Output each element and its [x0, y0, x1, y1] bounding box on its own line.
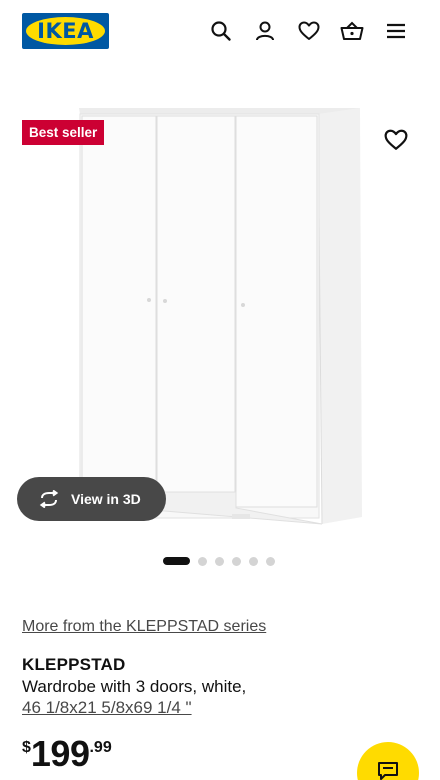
price-decimals: .99 [89, 739, 112, 756]
product-description: Wardrobe with 3 doors, white, [22, 677, 247, 696]
carousel-dot[interactable] [232, 556, 241, 566]
wardrobe-image [79, 108, 362, 525]
carousel-dot[interactable] [249, 556, 258, 566]
carousel-indicator [163, 556, 275, 566]
chat-icon [378, 762, 398, 780]
carousel-dot[interactable] [198, 556, 207, 566]
carousel-dot[interactable] [215, 556, 224, 566]
chat-button[interactable] [357, 742, 419, 780]
heart-icon[interactable] [296, 18, 322, 44]
ikea-logo[interactable]: IKEA [22, 13, 109, 49]
product-image-gallery[interactable] [0, 84, 440, 544]
product-price: $ 199 .99 [22, 734, 112, 774]
basket-icon[interactable] [339, 18, 365, 44]
product-name: KLEPPSTAD [22, 655, 126, 674]
measurements-link[interactable]: 46 1/8x21 5/8x69 1/4 " [22, 698, 192, 718]
view-in-3d-button[interactable]: View in 3D [17, 477, 166, 521]
price-currency: $ [22, 739, 31, 756]
search-icon[interactable] [208, 18, 234, 44]
carousel-dot[interactable] [266, 556, 275, 566]
view-in-3d-label: View in 3D [71, 491, 141, 507]
site-header: IKEA [0, 0, 440, 64]
account-icon[interactable] [252, 18, 278, 44]
series-link[interactable]: More from the KLEPPSTAD series [22, 618, 266, 636]
best-seller-badge: Best seller [22, 120, 105, 145]
carousel-dot-active[interactable] [163, 557, 190, 565]
menu-icon[interactable] [383, 18, 409, 44]
logo-text: IKEA [37, 19, 94, 43]
heart-icon [384, 129, 408, 150]
price-integer: 199 [30, 733, 90, 774]
rotate-3d-icon [39, 490, 59, 508]
add-to-favourites-button[interactable] [384, 129, 410, 155]
